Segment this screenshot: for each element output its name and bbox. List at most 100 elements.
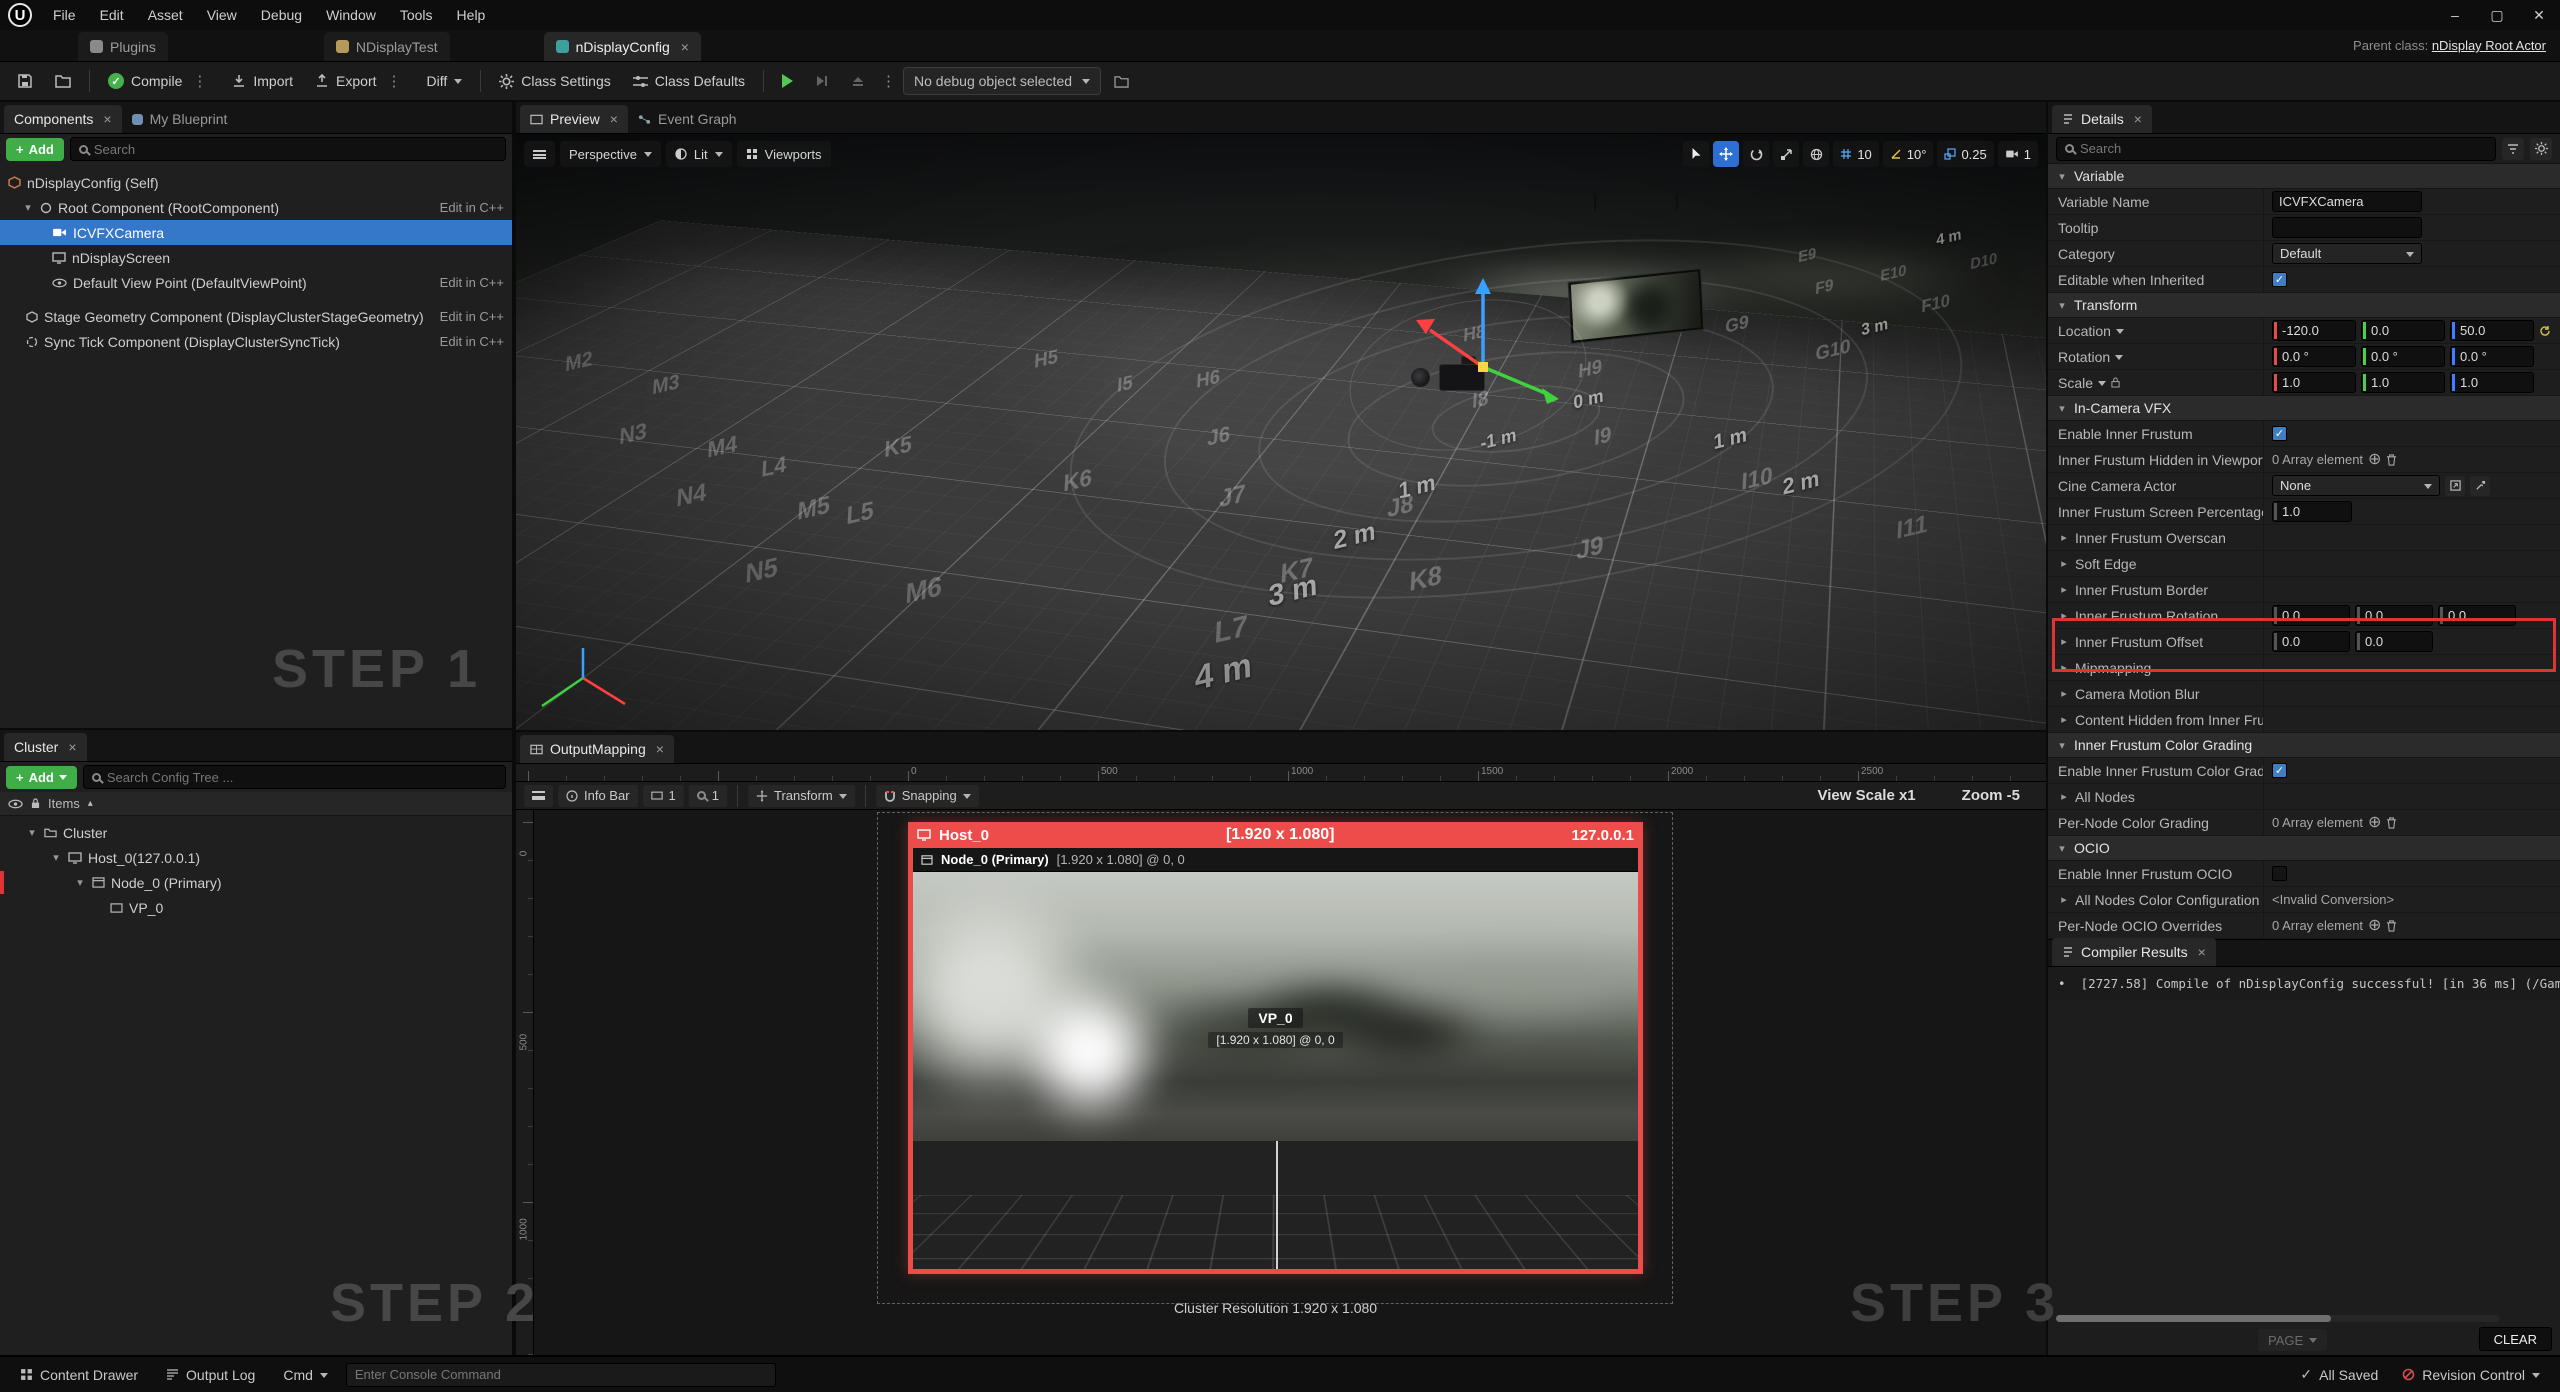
expander-icon[interactable]: ▾ [2056, 299, 2068, 312]
trash-icon[interactable] [2386, 816, 2397, 829]
close-icon[interactable]: ✕ [2518, 0, 2560, 30]
location-y-field[interactable]: 0.0 [2361, 320, 2445, 341]
components-search-input[interactable] [93, 141, 497, 157]
frame-skip-button[interactable] [806, 66, 838, 96]
host-box[interactable]: Host_0 [1.920 x 1.080] 127.0.0.1 Node_0 … [908, 822, 1643, 1274]
add-element-icon[interactable]: ⊕ [2368, 451, 2381, 468]
expander-icon[interactable]: ▾ [2056, 170, 2068, 183]
rotation-z-field[interactable]: 0.0 ° [2450, 346, 2534, 367]
close-icon[interactable]: × [2134, 111, 2142, 127]
menu-edit[interactable]: Edit [89, 0, 135, 30]
transform-dropdown[interactable]: Transform [748, 784, 855, 807]
export-button[interactable]: Export ⋮ [306, 66, 413, 96]
if-offset-y[interactable]: 0.0 [2355, 631, 2433, 652]
tab-preview[interactable]: Preview × [520, 105, 628, 133]
browse-button[interactable] [46, 66, 80, 96]
tree-row-host0[interactable]: ▾ Host_0(127.0.0.1) [0, 845, 512, 870]
compile-options-icon[interactable]: ⋮ [189, 72, 210, 90]
scale-z-field[interactable]: 1.0 [2450, 372, 2534, 393]
tree-row-node0[interactable]: ▾ Node_0 (Primary) [0, 870, 512, 895]
category-dropdown[interactable]: Default [2272, 243, 2422, 264]
add-component-button[interactable]: + Add [6, 137, 64, 161]
reset-icon[interactable] [2539, 325, 2551, 337]
class-settings-button[interactable]: Class Settings [490, 66, 619, 96]
edit-in-cpp-link[interactable]: Edit in C++ [440, 275, 504, 290]
close-icon[interactable]: × [103, 111, 111, 127]
display-filter-button[interactable] [2502, 137, 2524, 160]
tree-row-sync-tick[interactable]: Sync Tick Component (DisplayClusterSyncT… [0, 329, 512, 354]
tree-row-self[interactable]: nDisplayConfig (Self) [0, 170, 512, 195]
expander-icon[interactable]: ▾ [26, 826, 38, 839]
revision-control-button[interactable]: Revision Control [2392, 1361, 2550, 1388]
tree-row-cluster[interactable]: ▾ Cluster [0, 820, 512, 845]
expander-icon[interactable]: ▸ [2058, 583, 2070, 596]
compile-button[interactable]: ✓ Compile ⋮ [99, 66, 219, 96]
rotation-snap-toggle[interactable]: 10° [1882, 141, 1934, 167]
perspective-dropdown[interactable]: Perspective [560, 141, 661, 167]
viewport-3d[interactable]: M2N3M3M4N4M5N5M6L4L5K5K6K7K8L7H5I5H6J6J7… [516, 134, 2046, 730]
enable-color-grading-checkbox[interactable]: ✓ [2272, 763, 2287, 778]
zoom-count-button[interactable]: 1 [688, 784, 727, 807]
cmd-dropdown[interactable]: Cmd [273, 1361, 338, 1388]
expander-icon[interactable]: ▸ [2058, 531, 2070, 544]
tab-components[interactable]: Components × [4, 105, 122, 133]
eject-button[interactable] [842, 66, 874, 96]
menu-window[interactable]: Window [315, 0, 387, 30]
expander-icon[interactable]: ▾ [2056, 842, 2068, 855]
expander-icon[interactable]: ▾ [74, 876, 86, 889]
chevron-down-icon[interactable] [2115, 354, 2124, 364]
section-ocio[interactable]: ▾ OCIO [2048, 836, 2560, 861]
expander-icon[interactable]: ▾ [50, 851, 62, 864]
section-transform[interactable]: ▾ Transform [2048, 293, 2560, 318]
expander-icon[interactable]: ▸ [2058, 609, 2070, 622]
debug-object-dropdown[interactable]: No debug object selected [903, 67, 1102, 95]
class-defaults-button[interactable]: Class Defaults [624, 66, 754, 96]
transform-gizmo[interactable] [1388, 262, 1588, 437]
debug-browse-button[interactable] [1105, 66, 1138, 96]
tree-row-vp0[interactable]: VP_0 [0, 895, 512, 920]
select-tool[interactable] [1683, 141, 1710, 167]
close-tab-icon[interactable]: × [681, 39, 689, 55]
menu-debug[interactable]: Debug [250, 0, 313, 30]
tree-row-icvfxcamera[interactable]: ICVFXCamera [0, 220, 512, 245]
tab-ndisplayconfig[interactable]: nDisplayConfig × [543, 32, 701, 61]
host-header[interactable]: Host_0 [1.920 x 1.080] 127.0.0.1 [908, 822, 1643, 848]
screen-percentage-field[interactable]: 1.0 [2272, 501, 2352, 522]
node-box[interactable]: Node_0 (Primary) [1.920 x 1.080] @ 0, 0 … [913, 848, 1638, 1269]
lock-icon[interactable] [2111, 377, 2120, 388]
play-options-icon[interactable]: ⋮ [878, 72, 899, 90]
add-element-icon[interactable]: ⊕ [2368, 917, 2381, 934]
scale-y-field[interactable]: 1.0 [2361, 372, 2445, 393]
rotation-x-field[interactable]: 0.0 ° [2272, 346, 2356, 367]
chevron-down-icon[interactable] [2098, 380, 2107, 390]
if-offset-x[interactable]: 0.0 [2272, 631, 2350, 652]
scale-x-field[interactable]: 1.0 [2272, 372, 2356, 393]
menu-asset[interactable]: Asset [137, 0, 194, 30]
expander-icon[interactable]: ▾ [22, 201, 34, 214]
scale-snap-toggle[interactable]: 0.25 [1937, 141, 1994, 167]
add-cluster-item-button[interactable]: + Add [6, 765, 77, 789]
expander-icon[interactable]: ▾ [2056, 402, 2068, 415]
move-tool[interactable] [1713, 141, 1740, 167]
section-variable[interactable]: ▾ Variable [2048, 164, 2560, 189]
editable-checkbox[interactable]: ✓ [2272, 272, 2287, 287]
edit-in-cpp-link[interactable]: Edit in C++ [440, 200, 504, 215]
section-inner-frustum-color-grading[interactable]: ▾ Inner Frustum Color Grading [2048, 733, 2560, 758]
tab-event-graph[interactable]: Event Graph [628, 105, 747, 133]
menu-file[interactable]: File [42, 0, 87, 30]
tab-my-blueprint[interactable]: My Blueprint [122, 105, 238, 133]
export-options-icon[interactable]: ⋮ [384, 72, 405, 90]
outputmapping-canvas[interactable]: 0 500 1000 Host_0 [1.920 x 1.080] 127.0.… [516, 810, 2046, 1355]
compiler-message[interactable]: • [2727.58] Compile of nDisplayConfig su… [2048, 967, 2560, 1000]
if-rotation-x[interactable]: 0.0 [2272, 605, 2350, 626]
lit-dropdown[interactable]: Lit [665, 141, 732, 167]
tree-row-root-component[interactable]: ▾ Root Component (RootComponent) Edit in C… [0, 195, 512, 220]
tab-ndisplaytest[interactable]: NDisplayTest [323, 32, 450, 61]
cluster-items-header[interactable]: Items ▴ [0, 792, 512, 816]
tab-compiler-results[interactable]: Compiler Results × [2052, 938, 2216, 966]
edit-in-cpp-link[interactable]: Edit in C++ [440, 334, 504, 349]
expander-icon[interactable]: ▸ [2058, 790, 2070, 803]
scale-tool[interactable] [1773, 141, 1800, 167]
tree-row-stage-geometry[interactable]: Stage Geometry Component (DisplayCluster… [0, 304, 512, 329]
world-space-toggle[interactable] [1803, 141, 1830, 167]
